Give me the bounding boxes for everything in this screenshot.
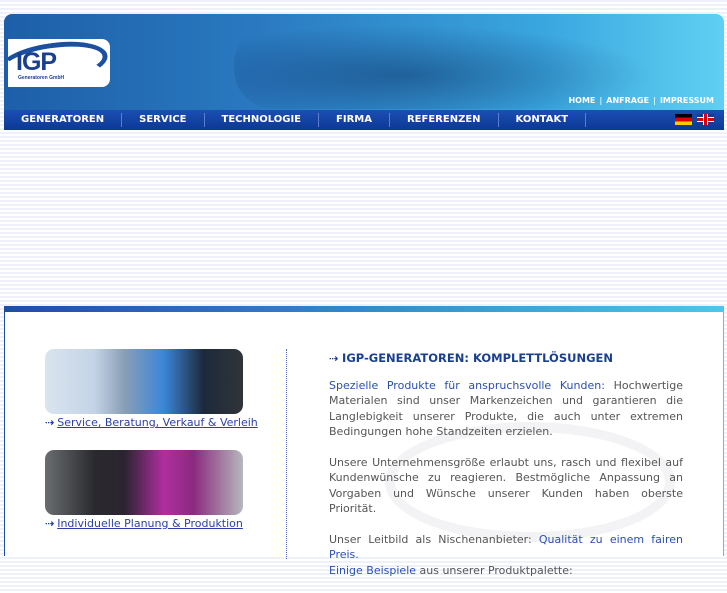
production-photo[interactable] — [45, 450, 243, 515]
service-link-row: ⇢ Service, Beratung, Verkauf & Verleih — [45, 416, 258, 429]
arrow-icon: ⇢ — [329, 352, 343, 365]
nav-service[interactable]: SERVICE — [122, 113, 205, 127]
nav-kontakt[interactable]: KONTAKT — [499, 113, 587, 127]
logo-text: IGP — [16, 48, 57, 76]
page-title: ⇢ IGP-GENERATOREN: KOMPLETTLÖSUNGEN — [329, 351, 683, 367]
arrow-icon: ⇢ — [45, 517, 55, 530]
header-banner: IGP Generatoren GmbH HOME | ANFRAGE | IMPRES… — [4, 14, 724, 130]
link-home[interactable]: HOME — [568, 96, 595, 105]
divider — [286, 349, 287, 559]
german-flag-icon[interactable] — [675, 114, 692, 125]
service-link[interactable]: Service, Beratung, Verkauf & Verleih — [57, 416, 258, 429]
production-link[interactable]: Individuelle Planung & Produktion — [57, 517, 243, 530]
link-impressum[interactable]: IMPRESSUM — [660, 96, 714, 105]
link-anfrage[interactable]: ANFRAGE — [606, 96, 649, 105]
highlight-text: Einige Beispiele — [329, 563, 417, 577]
body-text: Unser Leitbild als Nischenanbieter: — [329, 532, 539, 546]
highlight-text: Spezielle Produkte für anspruchsvolle Ku… — [329, 378, 605, 392]
production-link-row: ⇢ Individuelle Planung & Produktion — [45, 517, 243, 530]
logo-subtitle: Generatoren GmbH — [18, 75, 65, 81]
nav-firma[interactable]: FIRMA — [319, 113, 390, 127]
paragraph-1: Spezielle Produkte für anspruchsvolle Ku… — [329, 378, 683, 440]
arrow-icon: ⇢ — [45, 416, 55, 429]
nav-technologie[interactable]: TECHNOLOGIE — [205, 113, 320, 127]
main-nav: GENERATOREN SERVICE TECHNOLOGIE FIRMA RE… — [4, 110, 724, 130]
paragraph-2: Unsere Unternehmensgröße erlaubt uns, ra… — [329, 455, 683, 516]
language-switch — [675, 114, 714, 125]
logo[interactable]: IGP Generatoren GmbH — [8, 39, 110, 87]
main-content: ⇢ IGP-GENERATOREN: KOMPLETTLÖSUNGEN Spez… — [329, 351, 683, 593]
paragraph-3: Unser Leitbild als Nischenanbieter: Qual… — [329, 532, 683, 579]
uk-flag-icon[interactable] — [697, 114, 714, 125]
nav-generatoren[interactable]: GENERATOREN — [4, 113, 123, 127]
body-text: aus unserer Produktpalette: — [416, 563, 573, 577]
nav-referenzen[interactable]: REFERENZEN — [390, 113, 499, 127]
title-text: IGP-GENERATOREN: KOMPLETTLÖSUNGEN — [342, 351, 613, 365]
content-panel: ⇢ Service, Beratung, Verkauf & Verleih ⇢… — [4, 306, 724, 577]
top-links: HOME | ANFRAGE | IMPRESSUM — [568, 96, 714, 105]
service-photo[interactable] — [45, 349, 243, 414]
